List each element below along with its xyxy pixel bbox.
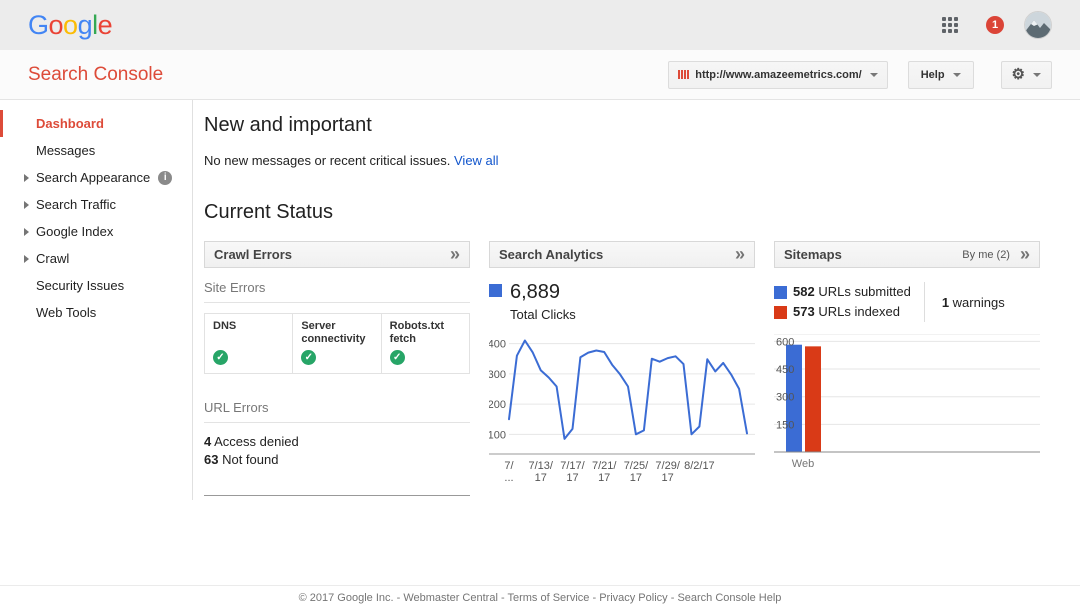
property-selector-dropdown[interactable]: http://www.amazeemetrics.com/	[668, 61, 887, 89]
footer-link-terms[interactable]: Terms of Service	[507, 592, 589, 604]
double-chevron-icon: »	[450, 247, 460, 261]
legend-swatch-submitted	[774, 286, 787, 299]
total-clicks-label: Total Clicks	[510, 307, 755, 322]
svg-text:7/: 7/	[504, 460, 514, 472]
footer-link-privacy[interactable]: Privacy Policy	[599, 592, 667, 604]
url-errors-label: URL Errors	[204, 388, 470, 423]
expand-arrow-icon	[24, 228, 29, 236]
footer: © 2017 Google Inc. - Webmaster Central -…	[0, 585, 1080, 604]
messages-status-text: No new messages or recent critical issue…	[204, 153, 450, 168]
chevron-down-icon	[1033, 73, 1041, 77]
svg-text:450: 450	[776, 364, 794, 376]
check-ok-icon: ✓	[213, 350, 228, 365]
help-dropdown[interactable]: Help	[908, 61, 974, 89]
svg-text:300: 300	[776, 392, 794, 404]
sidebar: Dashboard Messages Search Appearance i S…	[0, 100, 193, 500]
new-and-important-title: New and important	[204, 114, 1080, 137]
legend-urls-indexed: 573 URLs indexed	[774, 302, 911, 322]
total-clicks-value: 6,889	[510, 281, 560, 304]
site-errors-table: DNS ✓ Server connectivity ✓ Robots.txt f…	[204, 313, 470, 374]
legend-swatch-clicks	[489, 284, 502, 297]
footer-link-webmaster-central[interactable]: Webmaster Central	[403, 592, 498, 604]
main-content: New and important No new messages or rec…	[193, 100, 1080, 500]
info-icon[interactable]: i	[158, 171, 172, 185]
check-ok-icon: ✓	[301, 350, 316, 365]
sidebar-item-messages[interactable]: Messages	[0, 137, 192, 164]
view-all-link[interactable]: View all	[454, 153, 499, 168]
total-clicks-line-chart: 1002003004007/...7/13/177/17/177/21/177/…	[489, 336, 755, 488]
svg-text:7/13/: 7/13/	[528, 460, 553, 472]
double-chevron-icon: »	[1020, 247, 1030, 261]
svg-text:600: 600	[776, 336, 794, 348]
google-logo[interactable]: Google	[28, 10, 112, 41]
current-status-title: Current Status	[204, 201, 1080, 224]
url-error-access-denied[interactable]: 4 Access denied	[204, 433, 470, 451]
sidebar-item-google-index[interactable]: Google Index	[0, 218, 192, 245]
avatar[interactable]	[1024, 11, 1052, 39]
svg-text:7/29/: 7/29/	[655, 460, 680, 472]
copyright-text: © 2017 Google Inc.	[299, 592, 394, 604]
footer-link-help[interactable]: Search Console Help	[677, 592, 781, 604]
crawl-errors-header[interactable]: Crawl Errors »	[204, 241, 470, 268]
svg-text:17: 17	[566, 472, 578, 484]
url-error-not-found[interactable]: 63 Not found	[204, 451, 470, 469]
expand-arrow-icon	[24, 201, 29, 209]
expand-arrow-icon	[24, 174, 29, 182]
svg-text:Web: Web	[792, 458, 814, 470]
chevron-down-icon	[953, 73, 961, 77]
sitemaps-bar-chart: 150 300 450 600 Web	[774, 334, 1040, 474]
svg-text:7/25/: 7/25/	[624, 460, 649, 472]
property-url: http://www.amazeemetrics.com/	[695, 69, 861, 81]
sidebar-item-search-traffic[interactable]: Search Traffic	[0, 191, 192, 218]
legend-urls-submitted: 582 URLs submitted	[774, 282, 911, 302]
sitemaps-panel: Sitemaps By me (2) » 582 URLs submitted …	[774, 241, 1040, 496]
svg-text:200: 200	[489, 399, 506, 411]
svg-text:7/21/: 7/21/	[592, 460, 617, 472]
site-error-cell-server-connectivity[interactable]: Server connectivity ✓	[293, 314, 381, 373]
search-analytics-panel: Search Analytics » 6,889 Total Clicks 10…	[489, 241, 755, 496]
top-bar: Google 1	[0, 0, 1080, 50]
sidebar-item-crawl[interactable]: Crawl	[0, 245, 192, 272]
by-me-label: By me (2)	[962, 249, 1010, 261]
divider	[204, 495, 470, 496]
chevron-down-icon	[870, 73, 878, 77]
sidebar-item-dashboard[interactable]: Dashboard	[0, 110, 192, 137]
page-title: Search Console	[28, 64, 163, 86]
sidebar-item-web-tools[interactable]: Web Tools	[0, 299, 192, 326]
sidebar-item-search-appearance[interactable]: Search Appearance i	[0, 164, 192, 191]
notifications-badge[interactable]: 1	[986, 16, 1004, 34]
avatar-photo-icon	[1025, 12, 1052, 39]
warnings-summary[interactable]: 1 warnings	[924, 282, 1005, 322]
svg-text:150: 150	[776, 419, 794, 431]
svg-text:7/17/: 7/17/	[560, 460, 585, 472]
svg-text:17: 17	[630, 472, 642, 484]
site-error-cell-dns[interactable]: DNS ✓	[205, 314, 293, 373]
svg-text:100: 100	[489, 429, 506, 441]
double-chevron-icon: »	[735, 247, 745, 261]
search-analytics-header[interactable]: Search Analytics »	[489, 241, 755, 268]
sidebar-item-security-issues[interactable]: Security Issues	[0, 272, 192, 299]
property-icon	[678, 70, 689, 79]
svg-text:300: 300	[489, 369, 506, 381]
svg-text:17: 17	[598, 472, 610, 484]
check-ok-icon: ✓	[390, 350, 405, 365]
site-error-cell-robots-txt[interactable]: Robots.txt fetch ✓	[382, 314, 469, 373]
svg-text:17: 17	[662, 472, 674, 484]
help-label: Help	[921, 69, 945, 81]
site-errors-label: Site Errors	[204, 268, 470, 303]
legend-swatch-indexed	[774, 306, 787, 319]
sitemaps-header[interactable]: Sitemaps By me (2) »	[774, 241, 1040, 268]
expand-arrow-icon	[24, 255, 29, 263]
sitemaps-legend: 582 URLs submitted 573 URLs indexed	[774, 282, 911, 322]
crawl-errors-panel: Crawl Errors » Site Errors DNS ✓ Server …	[204, 241, 470, 496]
svg-text:400: 400	[489, 339, 506, 351]
app-header: Search Console http://www.amazeemetrics.…	[0, 50, 1080, 100]
apps-grid-icon[interactable]	[942, 17, 958, 33]
gear-icon: ⚙	[1012, 67, 1025, 82]
svg-text:...: ...	[504, 472, 513, 484]
settings-dropdown[interactable]: ⚙	[1001, 61, 1052, 89]
svg-text:17: 17	[535, 472, 547, 484]
svg-text:8/2/17: 8/2/17	[684, 460, 715, 472]
